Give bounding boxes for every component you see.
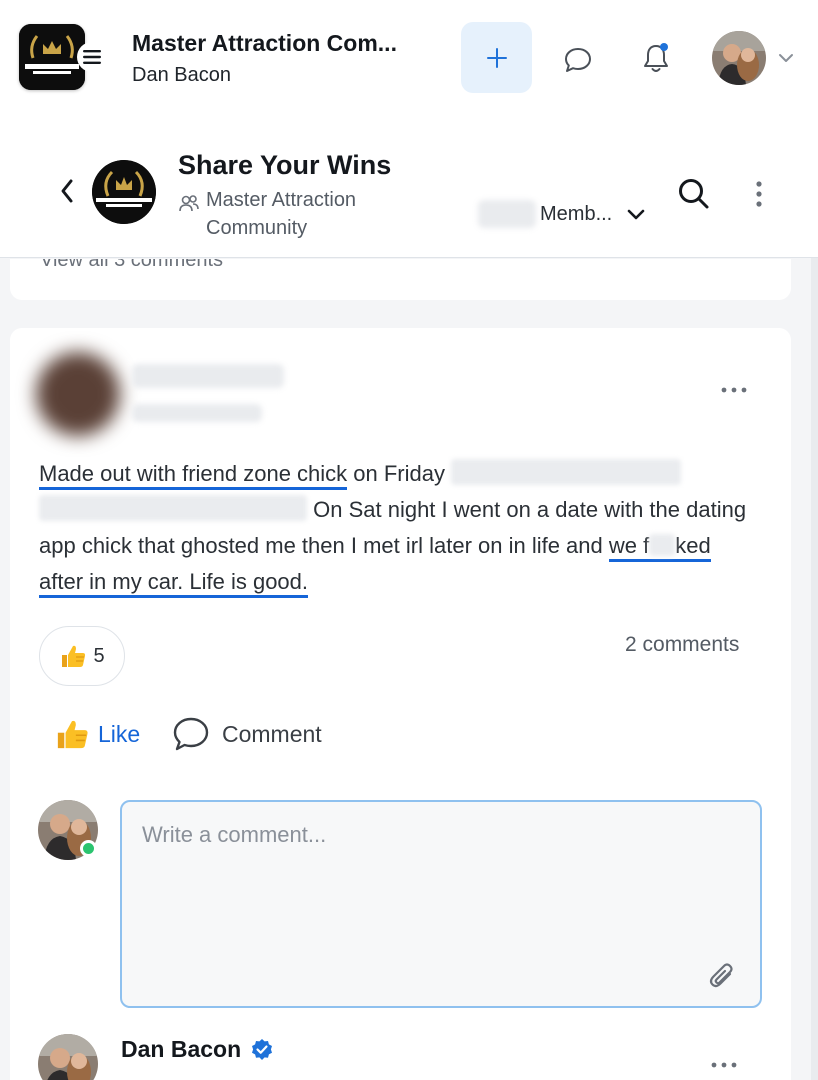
space-header: Share Your Wins Master Attraction Commun… (0, 118, 818, 258)
search-icon (679, 179, 709, 209)
members-group-icon (179, 195, 199, 212)
verified-badge-icon (252, 1038, 273, 1060)
notifications-button[interactable] (636, 38, 676, 78)
chevron-down-icon (627, 209, 645, 220)
post-body: Made out with friend zone chick on Frida… (39, 456, 759, 600)
chevron-down-icon (779, 54, 793, 62)
search-button[interactable] (676, 176, 712, 212)
space-logo[interactable] (92, 160, 156, 224)
space-community-name: Master Attraction Community (206, 189, 357, 239)
user-avatar (712, 31, 766, 85)
more-horizontal-icon (721, 387, 747, 393)
laurel-crown-logo-icon (19, 24, 85, 90)
post-text-highlight: we f (608, 533, 650, 558)
community-logo[interactable] (19, 24, 85, 90)
post-card: Made out with friend zone chick on Frida… (10, 328, 791, 1080)
comment-author[interactable]: Dan Bacon (121, 1036, 274, 1063)
post-options-button[interactable] (710, 378, 758, 402)
comment-label: Comment (222, 720, 322, 747)
like-button[interactable]: Like (54, 714, 140, 754)
app-title[interactable]: Master Attraction Com... (132, 30, 397, 57)
laurel-crown-logo-icon (92, 160, 156, 224)
post-author-avatar[interactable] (36, 352, 120, 436)
messages-button[interactable] (558, 40, 598, 80)
chat-bubble-icon (565, 48, 591, 72)
chevron-left-icon (61, 179, 73, 203)
comment-bubble-icon (173, 717, 209, 751)
post-author-name-redacted[interactable] (132, 364, 284, 388)
comment-button[interactable]: Comment (172, 714, 322, 754)
redacted-text (39, 495, 307, 521)
redacted-text (649, 534, 676, 556)
thumbs-up-emoji-icon (62, 645, 86, 667)
more-vertical-icon (756, 181, 762, 207)
comment-composer[interactable] (120, 800, 762, 1008)
attach-file-button[interactable] (704, 958, 740, 994)
scrollbar[interactable] (811, 258, 818, 1080)
hamburger-icon (83, 50, 101, 64)
back-button[interactable] (54, 176, 80, 206)
plus-icon (486, 47, 507, 68)
comments-count-link[interactable]: 2 comments (625, 633, 739, 657)
space-title: Share Your Wins (178, 150, 392, 180)
comment-author-avatar[interactable] (38, 1034, 98, 1080)
online-status-indicator (80, 840, 97, 857)
bell-icon (644, 43, 668, 72)
menu-button[interactable] (77, 42, 107, 72)
post-text-highlight: Made out with friend zone chick (39, 461, 348, 490)
comment-input[interactable] (142, 822, 702, 848)
reaction-count: 5 (93, 644, 105, 667)
profile-menu-button[interactable] (712, 30, 804, 86)
previous-post-card: View all 3 comments (10, 259, 791, 300)
like-label: Like (98, 720, 141, 747)
reactions-summary[interactable]: 5 (39, 626, 125, 686)
view-all-comments-link[interactable]: View all 3 comments (40, 259, 223, 272)
redacted-text (451, 459, 682, 485)
thumbs-up-emoji-icon (57, 720, 88, 749)
more-horizontal-icon (711, 1062, 737, 1068)
comment-options-button[interactable] (710, 1056, 758, 1080)
paperclip-icon (709, 963, 733, 988)
app-header: Master Attraction Com... Dan Bacon (0, 0, 818, 118)
blurred-member-avatars (478, 200, 536, 228)
post-text: on Friday (347, 461, 452, 486)
app-subtitle: Dan Bacon (132, 64, 231, 86)
post-timestamp-redacted (132, 404, 262, 422)
space-community-link[interactable]: Master Attraction Community (178, 186, 406, 242)
space-options-button[interactable] (746, 176, 772, 212)
members-dropdown[interactable]: Memb... (478, 196, 646, 232)
create-button[interactable] (461, 22, 532, 93)
comment-author-name: Dan Bacon (121, 1036, 242, 1062)
members-label: Memb... (540, 202, 613, 225)
